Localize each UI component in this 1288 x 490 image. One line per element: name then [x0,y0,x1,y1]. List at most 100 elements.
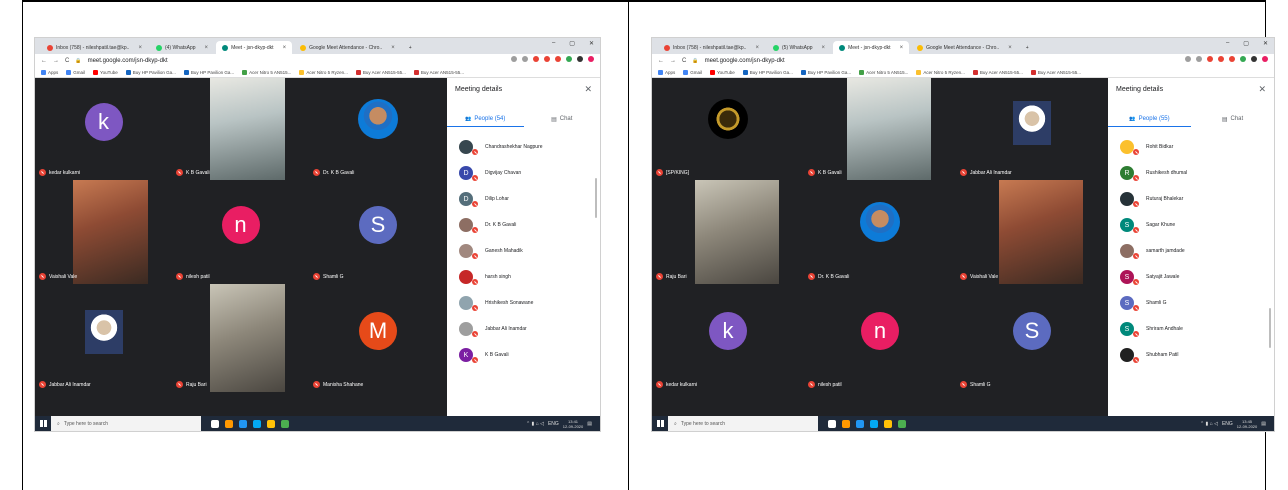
extension-icon[interactable] [533,56,539,62]
bookmark-item[interactable]: Apps [41,69,58,75]
participant-tile[interactable]: Jabbar Ali Inamdar [35,284,172,392]
reload-button[interactable]: C [682,58,686,64]
bookmark-item[interactable]: Buy Acer AN515-55... [413,69,464,75]
minimize-button[interactable]: – [552,40,555,47]
participant-tile[interactable]: n nilesh patil [804,284,956,392]
tab-close-icon[interactable]: × [283,45,287,51]
taskbar-app-icon[interactable] [828,419,836,428]
extension-icon[interactable] [1229,56,1235,62]
forward-button[interactable]: → [670,58,676,64]
bookmark-item[interactable]: Buy HP Pavilion Ga... [125,69,176,75]
tab-chat[interactable]: ▤ Chat [1191,111,1274,127]
forward-button[interactable]: → [53,58,59,64]
participant-tile[interactable]: [SP/KING] [652,78,804,180]
participant-tile[interactable]: Vaishali Vale [956,180,1108,284]
list-item[interactable]: Rohit Bidkar [1108,134,1274,160]
extension-icon[interactable] [1207,56,1213,62]
bookmark-item[interactable]: YouTube [710,69,735,75]
list-item[interactable]: S Sagar Khune [1108,212,1274,238]
close-panel-icon[interactable]: ✕ [1258,84,1266,95]
list-item[interactable]: S Shriram Andhale [1108,316,1274,342]
participant-tile[interactable]: Vaishali Vale [35,180,172,284]
bookmark-item[interactable]: Buy HP Pavilion Ga... [800,69,851,75]
taskbar-app-icon[interactable] [253,419,261,428]
language-indicator[interactable]: ENG [1222,421,1233,427]
maximize-button[interactable]: ▢ [1243,40,1249,47]
list-item[interactable]: R Rushikesh dhumal [1108,160,1274,186]
bookmark-item[interactable]: Acer Nitro 5 Ryzen... [916,69,965,75]
tray-icons[interactable]: ⌃ ▮ ⌂ ◁ [526,421,544,427]
extension-icon[interactable] [544,56,550,62]
bookmark-item[interactable]: Buy HP Pavilion Ga... [742,69,793,75]
taskbar-app-icon[interactable] [267,419,275,428]
list-item[interactable]: S Satyajit Jawale [1108,264,1274,290]
taskbar-search-input[interactable]: ⌕ Type here to search [668,416,818,431]
browser-tab[interactable]: Inbox (758) - nileshpatil.tae@kp.. × [658,41,765,54]
bookmark-item[interactable]: Buy Acer AN515-55... [972,69,1023,75]
bookmark-item[interactable]: Buy Acer AN515-55... [355,69,406,75]
browser-tab[interactable]: Inbox (758) - nileshpatil.tae@kp.. × [41,41,148,54]
browser-tab[interactable]: (4) WhatsApp × [149,41,215,54]
panel-scrollbar[interactable] [1269,308,1271,348]
list-item[interactable]: K K B Gavali [447,342,600,368]
extension-icon[interactable] [511,56,517,62]
taskbar-clock[interactable]: 13:45 12-09-2020 [1237,419,1257,429]
taskbar-clock[interactable]: 13:41 12-09-2020 [563,419,583,429]
minimize-button[interactable]: – [1226,40,1229,47]
bookmark-item[interactable]: Apps [658,69,675,75]
participant-tile[interactable]: Raju Bari [172,284,309,392]
extension-icon[interactable] [522,56,528,62]
bookmark-item[interactable]: Acer Nitro 5 AN515... [859,69,908,75]
list-item[interactable]: samarth jamdade [1108,238,1274,264]
list-item[interactable]: D Digvijay Chavan [447,160,600,186]
extension-icon[interactable] [566,56,572,62]
close-window-button[interactable]: ✕ [1263,40,1268,47]
maximize-button[interactable]: ▢ [569,40,575,47]
participant-tile[interactable]: k kedar kulkarni [35,78,172,180]
new-tab-button[interactable]: + [1019,41,1035,54]
participant-tile[interactable]: Jabbar Ali Inamdar [956,78,1108,180]
browser-tab[interactable]: (5) WhatsApp × [766,41,832,54]
taskbar-app-icon[interactable] [239,419,247,428]
participant-tile[interactable]: K B Gavali [172,78,309,180]
bookmark-item[interactable]: YouTube [93,69,118,75]
list-item[interactable]: Hrishikesh Sonawane [447,290,600,316]
taskbar-app-icon[interactable] [870,419,878,428]
windows-start-icon[interactable] [652,416,668,431]
new-tab-button[interactable]: + [402,41,418,54]
tab-close-icon[interactable]: × [205,45,209,51]
tab-people[interactable]: 👥 People (55) [1108,111,1191,127]
bookmark-item[interactable]: Gmail [683,69,702,75]
close-panel-icon[interactable]: ✕ [584,84,592,95]
participant-tile[interactable]: K B Gavali [804,78,956,180]
taskbar-app-icon[interactable] [856,419,864,428]
bookmark-item[interactable]: Gmail [66,69,85,75]
notification-icon[interactable]: ▤ [1261,421,1266,427]
browser-tab[interactable]: Google Meet Attendance - Chro.. × [911,41,1018,54]
list-item[interactable]: Ruturaj Bhalekar [1108,186,1274,212]
back-button[interactable]: ← [41,58,47,64]
bookmark-item[interactable]: Buy Acer AN515-55... [1030,69,1081,75]
bookmark-item[interactable]: Buy HP Pavilion Ga... [183,69,234,75]
list-item[interactable]: Jabbar Ali Inamdar [447,316,600,342]
reload-button[interactable]: C [65,58,69,64]
tab-chat[interactable]: ▤ Chat [524,111,601,127]
tab-close-icon[interactable]: × [900,45,904,51]
bookmark-item[interactable]: Acer Nitro 5 AN515... [242,69,291,75]
windows-start-icon[interactable] [35,416,51,431]
participant-tile[interactable]: Raju Bari [652,180,804,284]
url-input[interactable]: meet.google.com/jsn-dkyp-dkt [88,58,168,64]
extension-icon[interactable] [1262,56,1268,62]
extension-icon[interactable] [577,56,583,62]
extension-icon[interactable] [1196,56,1202,62]
taskbar-app-icon[interactable] [898,419,906,428]
browser-tab[interactable]: Meet - jsn-dkyp-dkt × [216,41,293,54]
close-window-button[interactable]: ✕ [589,40,594,47]
participant-tile[interactable]: Dr. K B Gavali [309,78,447,180]
participant-tile[interactable]: k kedar kulkarni [652,284,804,392]
back-button[interactable]: ← [658,58,664,64]
tab-close-icon[interactable]: × [138,45,142,51]
list-item[interactable]: Ganesh Mahadik [447,238,600,264]
participant-tile[interactable]: Dr. K B Gavali [804,180,956,284]
tray-icons[interactable]: ⌃ ▮ ⌂ ◁ [1200,421,1218,427]
